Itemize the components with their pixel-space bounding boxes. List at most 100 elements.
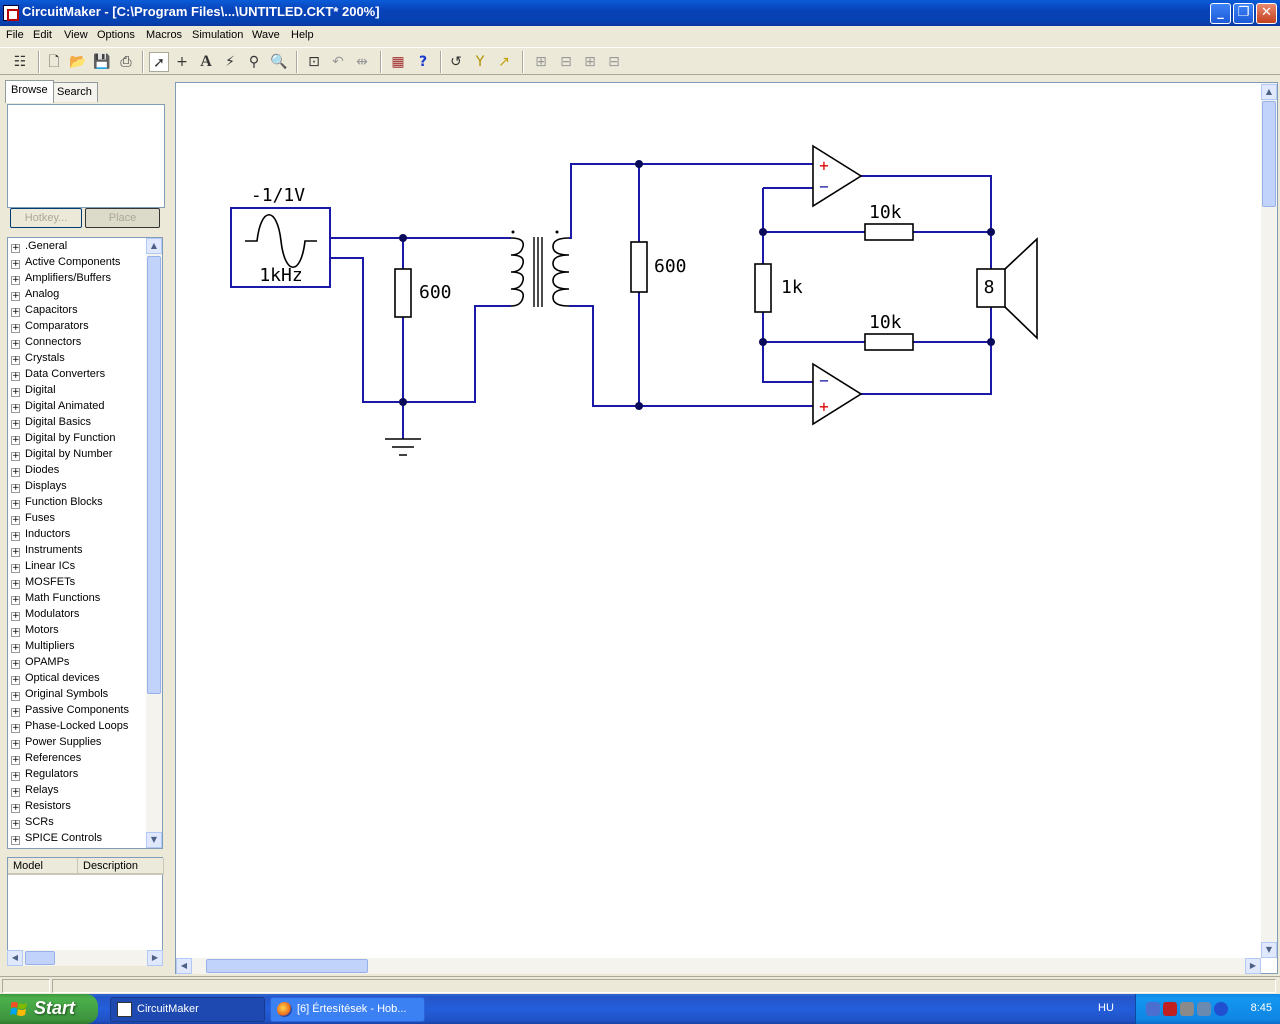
- expand-plus-icon[interactable]: +: [11, 484, 20, 493]
- expand-plus-icon[interactable]: +: [11, 564, 20, 573]
- expand-plus-icon[interactable]: +: [11, 452, 20, 461]
- menu-edit[interactable]: Edit: [33, 29, 52, 41]
- canvas-horizontal-scrollbar[interactable]: ◀ ▶: [176, 958, 1261, 974]
- tree-category-item[interactable]: + SPICE Controls: [11, 832, 102, 848]
- expand-plus-icon[interactable]: +: [11, 420, 20, 429]
- expand-plus-icon[interactable]: +: [11, 292, 20, 301]
- model-list[interactable]: Model Description: [7, 857, 164, 957]
- scroll-down-icon[interactable]: ▼: [146, 832, 162, 848]
- schematic-canvas[interactable]: -1/1V 1kHz 600 600 10k 1k 10k 8 + − − + …: [175, 82, 1278, 974]
- task-circuitmaker[interactable]: CircuitMaker: [110, 997, 265, 1022]
- expand-plus-icon[interactable]: +: [11, 276, 20, 285]
- expand-plus-icon[interactable]: +: [11, 628, 20, 637]
- tree-category-item[interactable]: + Active Components: [11, 256, 120, 272]
- tree-category-item[interactable]: + Digital by Function: [11, 432, 116, 448]
- tree-category-item[interactable]: + Comparators: [11, 320, 89, 336]
- expand-plus-icon[interactable]: +: [11, 308, 20, 317]
- tree-category-item[interactable]: + Motors: [11, 624, 59, 640]
- expand-plus-icon[interactable]: +: [11, 500, 20, 509]
- bom-icon[interactable]: ▦: [388, 52, 408, 72]
- tab-browse[interactable]: Browse: [5, 80, 54, 103]
- hierarchy-icon[interactable]: ☷: [10, 52, 30, 72]
- tree-category-item[interactable]: + Fuses: [11, 512, 55, 528]
- column-description[interactable]: Description: [78, 858, 164, 875]
- tree-category-item[interactable]: + Displays: [11, 480, 67, 496]
- tree-category-item[interactable]: + Phase-Locked Loops: [11, 720, 128, 736]
- expand-plus-icon[interactable]: +: [11, 612, 20, 621]
- fit-icon[interactable]: ⊡: [304, 52, 324, 72]
- expand-plus-icon[interactable]: +: [11, 804, 20, 813]
- menu-view[interactable]: View: [64, 29, 88, 41]
- menu-help[interactable]: Help: [291, 29, 314, 41]
- tree-category-item[interactable]: + Amplifiers/Buffers: [11, 272, 111, 288]
- tree-category-item[interactable]: + Digital: [11, 384, 56, 400]
- expand-plus-icon[interactable]: +: [11, 708, 20, 717]
- tree-category-item[interactable]: + Digital Animated: [11, 400, 105, 416]
- tree-category-item[interactable]: + Multipliers: [11, 640, 75, 656]
- task-firefox[interactable]: [6] Értesítések - Hob...: [270, 997, 425, 1022]
- tree-category-item[interactable]: + Connectors: [11, 336, 81, 352]
- open-file-icon[interactable]: 📂: [68, 52, 88, 72]
- close-button[interactable]: ✕: [1256, 3, 1277, 24]
- wire-tool-icon[interactable]: +: [172, 52, 192, 72]
- menu-macros[interactable]: Macros: [146, 29, 182, 41]
- expand-plus-icon[interactable]: +: [11, 532, 20, 541]
- save-icon[interactable]: 💾: [92, 52, 112, 72]
- tree-category-item[interactable]: + Optical devices: [11, 672, 100, 688]
- probe-tool-icon[interactable]: ⚡: [220, 52, 240, 72]
- tree-category-item[interactable]: + Passive Components: [11, 704, 129, 720]
- tree-category-item[interactable]: + SCRs: [11, 816, 54, 832]
- expand-plus-icon[interactable]: +: [11, 820, 20, 829]
- expand-plus-icon[interactable]: +: [11, 404, 20, 413]
- text-tool-icon[interactable]: A: [196, 52, 216, 72]
- tree-scroll-thumb[interactable]: [147, 256, 161, 694]
- tree-category-item[interactable]: + Modulators: [11, 608, 79, 624]
- expand-plus-icon[interactable]: +: [11, 372, 20, 381]
- tree-category-item[interactable]: + Instruments: [11, 544, 82, 560]
- expand-plus-icon[interactable]: +: [11, 260, 20, 269]
- tree-category-item[interactable]: + MOSFETs: [11, 576, 75, 592]
- expand-plus-icon[interactable]: +: [11, 548, 20, 557]
- tree-category-item[interactable]: + Crystals: [11, 352, 65, 368]
- expand-plus-icon[interactable]: +: [11, 468, 20, 477]
- tree-category-item[interactable]: + Regulators: [11, 768, 78, 784]
- model-scroll-thumb[interactable]: [25, 951, 55, 965]
- canvas-scroll-right-icon[interactable]: ▶: [1245, 958, 1261, 974]
- expand-plus-icon[interactable]: +: [11, 244, 20, 253]
- expand-plus-icon[interactable]: +: [11, 692, 20, 701]
- expand-plus-icon[interactable]: +: [11, 340, 20, 349]
- tree-category-item[interactable]: + Digital by Number: [11, 448, 112, 464]
- tree-category-item[interactable]: + Power Supplies: [11, 736, 101, 752]
- expand-plus-icon[interactable]: +: [11, 788, 20, 797]
- menu-options[interactable]: Options: [97, 29, 135, 41]
- category-tree[interactable]: + .General + Active Components + Amplifiers/B…: [7, 237, 163, 849]
- canvas-hscroll-thumb[interactable]: [206, 959, 368, 973]
- restore-button[interactable]: ❐: [1233, 3, 1254, 24]
- column-model[interactable]: Model: [8, 858, 78, 875]
- expand-plus-icon[interactable]: +: [11, 388, 20, 397]
- volume-tray-icon[interactable]: [1180, 1002, 1194, 1016]
- tree-category-item[interactable]: + References: [11, 752, 81, 768]
- tree-category-item[interactable]: + Relays: [11, 784, 59, 800]
- scroll-up-icon[interactable]: ▲: [146, 238, 162, 254]
- expand-plus-icon[interactable]: +: [11, 644, 20, 653]
- canvas-scroll-down-icon[interactable]: ▼: [1261, 942, 1277, 958]
- tree-category-item[interactable]: + OPAMPs: [11, 656, 69, 672]
- tree-category-item[interactable]: + Digital Basics: [11, 416, 91, 432]
- pin-icon[interactable]: Y: [470, 52, 490, 72]
- arrow-tool-icon[interactable]: ➚: [149, 52, 169, 72]
- canvas-vertical-scrollbar[interactable]: ▲ ▼: [1261, 83, 1277, 958]
- expand-plus-icon[interactable]: +: [11, 660, 20, 669]
- start-button[interactable]: Start: [0, 994, 98, 1024]
- expand-plus-icon[interactable]: +: [11, 356, 20, 365]
- expand-plus-icon[interactable]: +: [11, 740, 20, 749]
- menu-simulation[interactable]: Simulation: [192, 29, 243, 41]
- language-indicator[interactable]: HU: [1098, 1002, 1114, 1014]
- tree-category-item[interactable]: + Linear ICs: [11, 560, 75, 576]
- canvas-scroll-left-icon[interactable]: ◀: [176, 958, 192, 974]
- zoom-tool-icon[interactable]: 🔍: [269, 52, 289, 72]
- wand-tool-icon[interactable]: ⚲: [244, 52, 264, 72]
- expand-plus-icon[interactable]: +: [11, 756, 20, 765]
- canvas-vscroll-thumb[interactable]: [1262, 101, 1276, 207]
- menu-wave[interactable]: Wave: [252, 29, 280, 41]
